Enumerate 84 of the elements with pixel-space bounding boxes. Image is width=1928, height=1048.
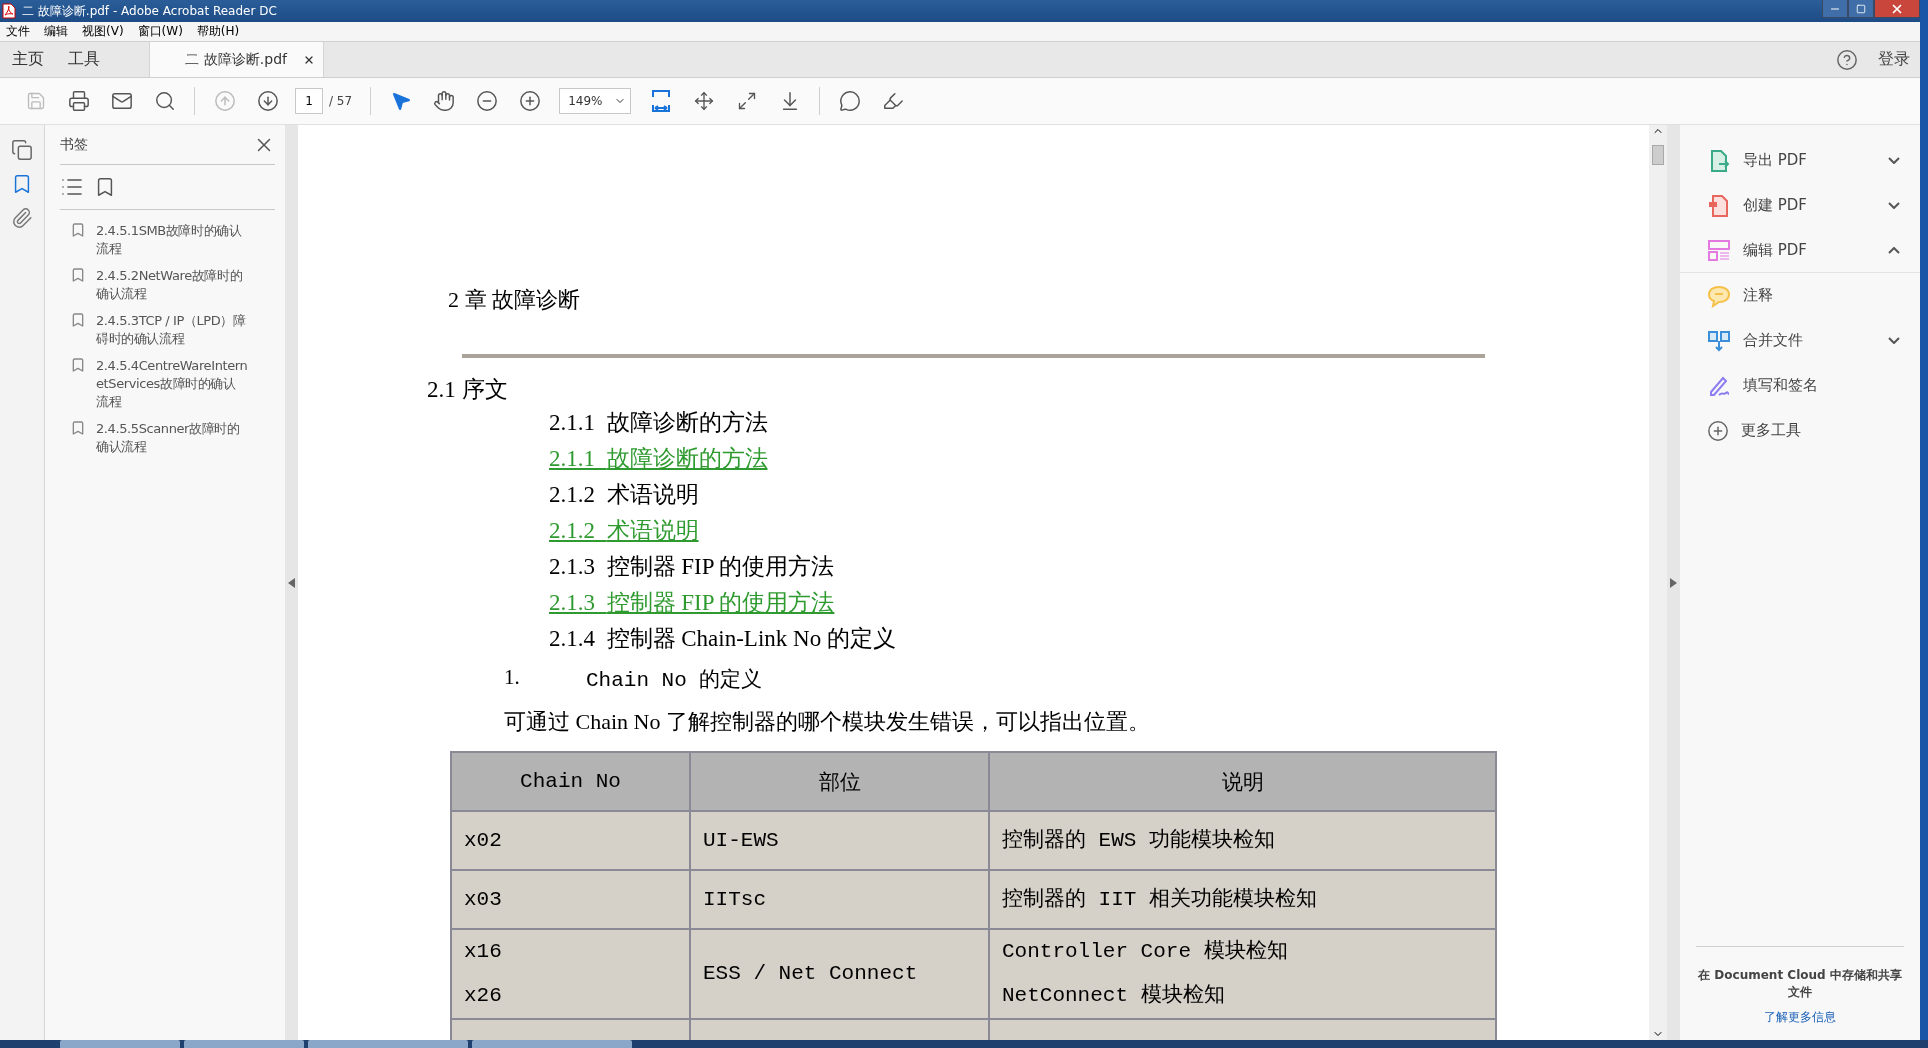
minimize-button[interactable] (1822, 0, 1848, 18)
file-create-icon (1707, 193, 1731, 218)
table-cell: x16 x26 (451, 929, 690, 1019)
table-cell: Controller Core 模块检知 NetConnect 模块检知 (989, 929, 1496, 1019)
zoom-out-icon[interactable] (475, 90, 498, 112)
column-header: 部位 (690, 752, 989, 811)
arrow-down-icon[interactable] (256, 90, 279, 112)
toc-heading: 2.1.1 故障诊断的方法 (549, 410, 768, 435)
section-heading: 2.1 序文 (427, 376, 509, 404)
toc-heading: 2.1.4 控制器 Chain-Link No 的定义 (549, 626, 896, 651)
bookmark-icon (70, 222, 86, 238)
column-header: Chain No (451, 752, 690, 811)
bookmark-item[interactable]: 2.4.5.3TCP / IP（LPD）障碍时的确认流程 (96, 312, 248, 348)
table-cell: UI-EWS (690, 811, 989, 870)
table-cell: 控制器的 IIT 相关功能模块检知 (989, 870, 1496, 929)
menu-item[interactable]: 编辑 (44, 23, 68, 40)
printer-icon[interactable] (67, 90, 90, 112)
page-number-field[interactable]: 1 (295, 88, 323, 114)
combine-files-icon (1707, 328, 1731, 353)
table-cell: x03 (451, 870, 690, 929)
bookmark-item[interactable]: 2.4.5.5Scanner故障时的确认流程 (96, 420, 248, 456)
body-paragraph: 可通过 Chain No 了解控制器的哪个模块发生错误，可以指出位置。 (504, 709, 1150, 734)
restore-icon (1856, 3, 1866, 14)
zoom-dropdown[interactable]: 149% (559, 88, 632, 114)
nav-tab[interactable]: 工具 (56, 42, 112, 77)
menu-item[interactable]: 文件 (6, 23, 30, 40)
tool-item[interactable]: 填写和签名 (1680, 363, 1920, 408)
toc-heading: 2.1.2 术语说明 (549, 482, 699, 507)
expand-right-icon[interactable] (1670, 577, 1677, 588)
cloud-promo-text: 在 Document Cloud 中存储和共享文件 (1697, 967, 1903, 1001)
close-button[interactable] (1874, 0, 1920, 18)
layout-edit-icon (1707, 238, 1731, 262)
collapse-left-icon[interactable] (288, 577, 295, 588)
tool-item[interactable]: 编辑 PDF (1680, 228, 1920, 273)
bookmark-item[interactable]: 2.4.5.2NetWare故障时的确认流程 (96, 267, 248, 303)
search-icon[interactable] (153, 90, 176, 112)
table-cell: IITsc (690, 870, 989, 929)
move-icon[interactable] (693, 91, 714, 111)
bookmark-icon (70, 312, 86, 328)
zoom-in-icon[interactable] (518, 90, 541, 112)
paperclip-icon[interactable] (11, 207, 33, 229)
bookmark-icon (70, 267, 86, 283)
bookmark-icon (70, 357, 86, 373)
tool-item[interactable]: 合并文件 (1680, 318, 1920, 363)
window-title: 二 故障诊断.pdf - Adobe Acrobat Reader DC (22, 2, 277, 20)
menu-item[interactable]: 视图(V) (82, 23, 124, 40)
menu-item[interactable]: 帮助(H) (196, 23, 240, 40)
page-total: / 57 (329, 94, 353, 108)
panel-title: 书签 (60, 135, 88, 154)
chapter-heading: 2 章 故障诊断 (448, 286, 581, 314)
learn-more-link[interactable]: 了解更多信息 (1764, 1009, 1836, 1026)
help-icon[interactable] (1836, 48, 1858, 71)
table-cell: ESS / Net Connect (690, 929, 989, 1019)
pages-icon[interactable] (11, 139, 33, 161)
add-circle-icon (1707, 419, 1729, 442)
tool-item[interactable]: 导出 PDF (1680, 138, 1920, 183)
tool-item[interactable]: 创建 PDF (1680, 183, 1920, 228)
table-cell: 控制器的 EWS 功能模块检知 (989, 811, 1496, 870)
pdf-app-icon (2, 3, 16, 19)
bookmark-icon (70, 420, 86, 436)
tool-item[interactable]: 更多工具 (1680, 408, 1920, 453)
column-header: 说明 (989, 752, 1496, 811)
expand-icon[interactable] (736, 91, 757, 111)
table-cell: x02 (451, 811, 690, 870)
sign-in-link[interactable]: 登录 (1878, 49, 1910, 70)
mail-icon[interactable] (110, 90, 133, 112)
tool-item[interactable]: 注释 (1680, 273, 1920, 318)
scrollbar-thumb[interactable] (1652, 145, 1664, 165)
toc-link[interactable]: 2.1.1 故障诊断的方法 (549, 446, 768, 471)
highlighter-icon[interactable] (881, 90, 904, 112)
hand-icon[interactable] (432, 90, 455, 112)
bookmark-item[interactable]: 2.4.5.1SMB故障时的确认流程 (96, 222, 248, 258)
bookmark-item[interactable]: 2.4.5.4CentreWareInternetServices故障时的确认流程 (96, 357, 248, 411)
list-number: 1. (504, 665, 521, 691)
document-tab[interactable]: 二 故障诊断.pdf (149, 42, 324, 77)
nav-tab[interactable]: 主页 (0, 42, 56, 77)
restore-button[interactable] (1848, 0, 1874, 18)
toc-link[interactable]: 2.1.2 术语说明 (549, 518, 699, 543)
list-item-text: Chain No 的定义 (586, 667, 763, 693)
fit-width-icon (650, 89, 671, 113)
comment-icon (1707, 283, 1731, 308)
speech-bubble-icon[interactable] (838, 90, 861, 112)
toc-heading: 2.1.3 控制器 FIP 的使用方法 (549, 554, 835, 579)
menu-item[interactable]: 窗口(W) (137, 23, 183, 40)
